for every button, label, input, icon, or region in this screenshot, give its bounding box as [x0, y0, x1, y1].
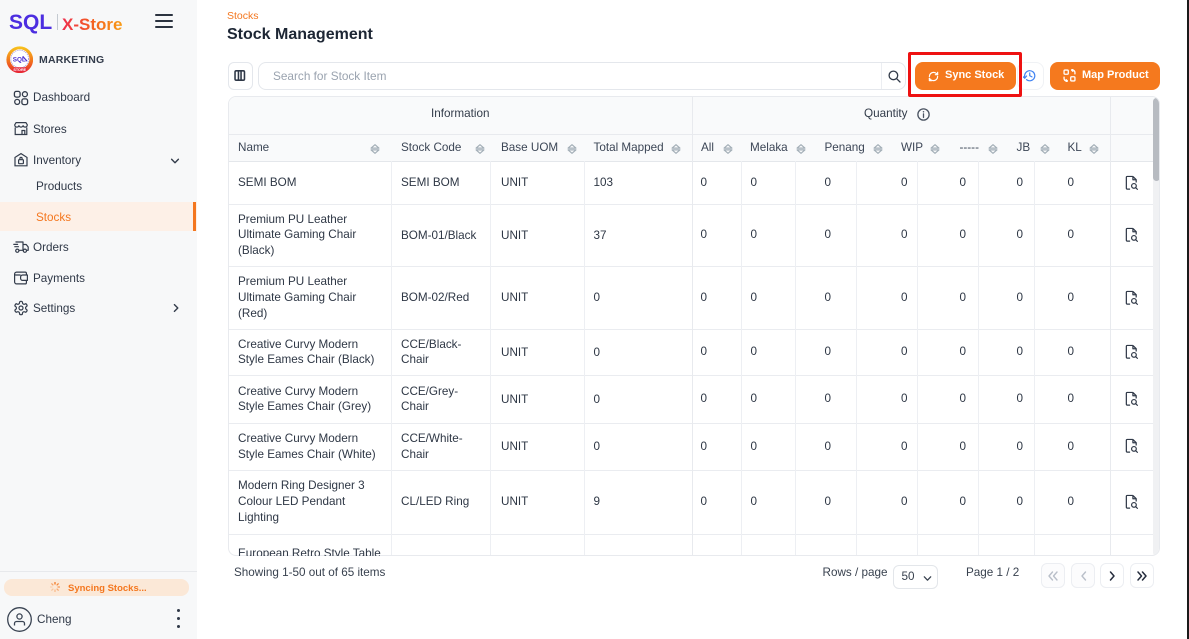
svg-text:STORE: STORE — [13, 67, 26, 71]
